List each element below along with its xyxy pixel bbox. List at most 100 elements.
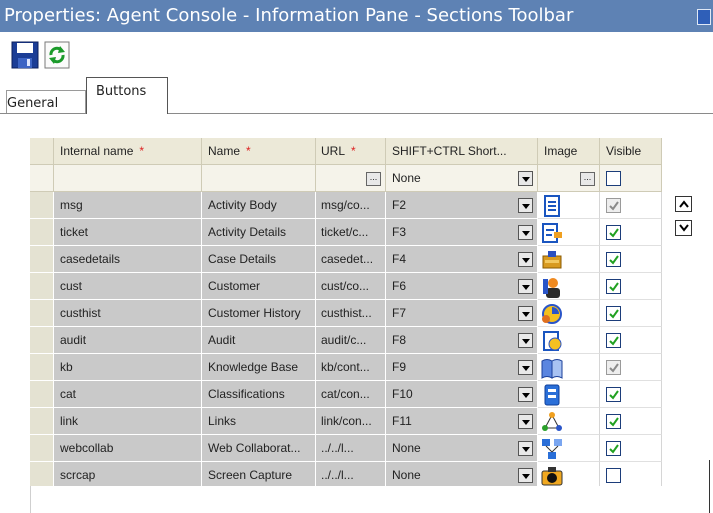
cell-visible[interactable] bbox=[600, 192, 662, 219]
chevron-down-icon[interactable] bbox=[518, 198, 533, 213]
cell-internal-name[interactable]: webcollab bbox=[54, 435, 202, 462]
cell-visible[interactable] bbox=[600, 300, 662, 327]
move-down-button[interactable] bbox=[675, 220, 692, 236]
visible-filter-checkbox[interactable] bbox=[606, 171, 621, 186]
row-selector[interactable] bbox=[30, 246, 54, 273]
chevron-down-icon[interactable] bbox=[518, 441, 533, 456]
cell-image[interactable] bbox=[538, 327, 600, 354]
cell-image[interactable] bbox=[538, 300, 600, 327]
cell-visible[interactable] bbox=[600, 435, 662, 462]
cell-name[interactable]: Activity Details bbox=[202, 219, 316, 246]
row-selector[interactable] bbox=[30, 219, 54, 246]
chevron-down-icon[interactable] bbox=[518, 171, 533, 186]
col-name[interactable]: Name * bbox=[202, 138, 316, 165]
row-selector[interactable] bbox=[30, 381, 54, 408]
cell-url[interactable]: ticket/c... bbox=[316, 219, 386, 246]
cell-name[interactable]: Knowledge Base bbox=[202, 354, 316, 381]
table-row[interactable]: scrcap Screen Capture ../../l... None bbox=[30, 462, 662, 489]
cell-internal-name[interactable]: link bbox=[54, 408, 202, 435]
cell-visible[interactable] bbox=[600, 354, 662, 381]
cell-image[interactable] bbox=[538, 246, 600, 273]
cell-name[interactable]: Case Details bbox=[202, 246, 316, 273]
cell-url[interactable]: ../../l... bbox=[316, 435, 386, 462]
cell-url[interactable]: custhist... bbox=[316, 300, 386, 327]
cell-internal-name[interactable]: custhist bbox=[54, 300, 202, 327]
visible-checkbox[interactable] bbox=[606, 387, 621, 402]
filter-internal-name[interactable] bbox=[54, 165, 202, 192]
cell-name[interactable]: Activity Body bbox=[202, 192, 316, 219]
tab-general[interactable]: General bbox=[6, 90, 86, 114]
visible-checkbox[interactable] bbox=[606, 468, 621, 483]
cell-internal-name[interactable]: msg bbox=[54, 192, 202, 219]
cell-internal-name[interactable]: cust bbox=[54, 273, 202, 300]
chevron-down-icon[interactable] bbox=[518, 468, 533, 483]
cell-shortcut[interactable]: F4 bbox=[386, 246, 538, 273]
cell-image[interactable] bbox=[538, 354, 600, 381]
cell-shortcut[interactable]: F11 bbox=[386, 408, 538, 435]
cell-name[interactable]: Customer History bbox=[202, 300, 316, 327]
cell-url[interactable]: cust/co... bbox=[316, 273, 386, 300]
cell-image[interactable] bbox=[538, 219, 600, 246]
cell-shortcut[interactable]: F10 bbox=[386, 381, 538, 408]
cell-shortcut[interactable]: F2 bbox=[386, 192, 538, 219]
table-row[interactable]: cat Classifications cat/con... F10 bbox=[30, 381, 662, 408]
cell-shortcut[interactable]: F9 bbox=[386, 354, 538, 381]
row-selector[interactable] bbox=[30, 462, 54, 489]
cell-image[interactable] bbox=[538, 192, 600, 219]
row-selector[interactable] bbox=[30, 435, 54, 462]
cell-url[interactable]: msg/co... bbox=[316, 192, 386, 219]
table-row[interactable]: link Links link/con... F11 bbox=[30, 408, 662, 435]
cell-visible[interactable] bbox=[600, 408, 662, 435]
row-selector[interactable] bbox=[30, 192, 54, 219]
cell-visible[interactable] bbox=[600, 273, 662, 300]
row-selector[interactable] bbox=[30, 327, 54, 354]
cell-visible[interactable] bbox=[600, 381, 662, 408]
filter-shortcut[interactable]: None bbox=[386, 165, 538, 192]
cell-url[interactable]: audit/c... bbox=[316, 327, 386, 354]
visible-checkbox[interactable] bbox=[606, 225, 621, 240]
cell-internal-name[interactable]: scrcap bbox=[54, 462, 202, 489]
table-row[interactable]: custhist Customer History custhist... F7 bbox=[30, 300, 662, 327]
cell-url[interactable]: casedet... bbox=[316, 246, 386, 273]
cell-visible[interactable] bbox=[600, 462, 662, 489]
table-row[interactable]: webcollab Web Collaborat... ../../l... None bbox=[30, 435, 662, 462]
cell-url[interactable]: cat/con... bbox=[316, 381, 386, 408]
table-row[interactable]: casedetails Case Details casedet... F4 bbox=[30, 246, 662, 273]
table-row[interactable]: msg Activity Body msg/co... F2 bbox=[30, 192, 662, 219]
chevron-down-icon[interactable] bbox=[518, 252, 533, 267]
cell-internal-name[interactable]: kb bbox=[54, 354, 202, 381]
image-browse-button[interactable]: ... bbox=[580, 172, 595, 186]
cell-internal-name[interactable]: audit bbox=[54, 327, 202, 354]
table-row[interactable]: cust Customer cust/co... F6 bbox=[30, 273, 662, 300]
refresh-icon[interactable] bbox=[42, 40, 72, 70]
cell-internal-name[interactable]: cat bbox=[54, 381, 202, 408]
cell-shortcut[interactable]: F7 bbox=[386, 300, 538, 327]
filter-image[interactable]: ... bbox=[538, 165, 600, 192]
cell-name[interactable]: Audit bbox=[202, 327, 316, 354]
visible-checkbox[interactable] bbox=[606, 306, 621, 321]
cell-image[interactable] bbox=[538, 273, 600, 300]
cell-url[interactable]: kb/cont... bbox=[316, 354, 386, 381]
cell-shortcut[interactable]: None bbox=[386, 435, 538, 462]
cell-visible[interactable] bbox=[600, 327, 662, 354]
table-row[interactable]: ticket Activity Details ticket/c... F3 bbox=[30, 219, 662, 246]
url-browse-button[interactable]: ... bbox=[366, 172, 381, 186]
table-row[interactable]: audit Audit audit/c... F8 bbox=[30, 327, 662, 354]
cell-image[interactable] bbox=[538, 435, 600, 462]
filter-url[interactable]: ... bbox=[316, 165, 386, 192]
visible-checkbox[interactable] bbox=[606, 252, 621, 267]
save-icon[interactable] bbox=[10, 40, 40, 70]
cell-name[interactable]: Screen Capture bbox=[202, 462, 316, 489]
cell-shortcut[interactable]: None bbox=[386, 462, 538, 489]
filter-name[interactable] bbox=[202, 165, 316, 192]
visible-checkbox[interactable] bbox=[606, 441, 621, 456]
row-selector[interactable] bbox=[30, 300, 54, 327]
col-url[interactable]: URL * bbox=[316, 138, 386, 165]
cell-internal-name[interactable]: casedetails bbox=[54, 246, 202, 273]
chevron-down-icon[interactable] bbox=[518, 279, 533, 294]
col-internal-name[interactable]: Internal name * bbox=[54, 138, 202, 165]
row-selector[interactable] bbox=[30, 354, 54, 381]
chevron-down-icon[interactable] bbox=[518, 225, 533, 240]
cell-url[interactable]: ../../l... bbox=[316, 462, 386, 489]
chevron-down-icon[interactable] bbox=[518, 387, 533, 402]
